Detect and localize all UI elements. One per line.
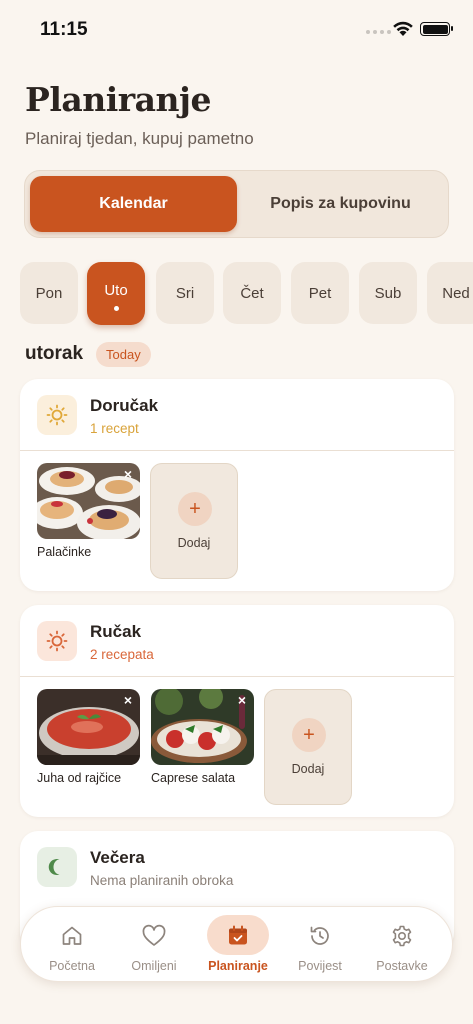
- recipe-image: ×: [37, 463, 140, 539]
- recipe-row: × Palačinke + Dodaj: [20, 451, 454, 591]
- day-chip-sat[interactable]: Sub: [359, 262, 417, 324]
- meal-count: Nema planiranih obroka: [90, 873, 234, 888]
- meal-card-lunch: Ručak 2 recepata × Juha od rajčice × Cap…: [20, 605, 454, 817]
- tab-shopping-list[interactable]: Popis za kupovinu: [237, 176, 444, 232]
- day-chip-thu[interactable]: Čet: [223, 262, 281, 324]
- add-label: Dodaj: [177, 536, 211, 550]
- calendar-check-icon: [225, 923, 251, 949]
- recipe-name: Caprese salata: [151, 771, 236, 785]
- recipe-card-palacinke[interactable]: × Palačinke: [37, 463, 140, 559]
- add-recipe-button[interactable]: + Dodaj: [150, 463, 238, 579]
- remove-recipe-icon[interactable]: ×: [121, 693, 135, 707]
- meal-title: Ručak: [90, 622, 142, 641]
- day-label: Sri: [175, 284, 195, 302]
- day-chip-tue[interactable]: Uto: [87, 262, 145, 325]
- moon-icon: [37, 847, 77, 887]
- gear-icon: [389, 923, 415, 949]
- meal-header[interactable]: Ručak 2 recepata: [20, 605, 454, 677]
- day-label: Uto: [104, 282, 128, 299]
- recipe-name: Juha od rajčice: [37, 771, 122, 785]
- recipe-image: ×: [37, 689, 140, 765]
- day-label: Ned: [442, 284, 470, 302]
- status-time: 11:15: [40, 19, 88, 40]
- meal-header[interactable]: Večera Nema planiranih obroka: [20, 831, 454, 903]
- signal-icon: [366, 30, 391, 34]
- nav-item-settings[interactable]: Postavke: [361, 907, 443, 983]
- nav-label: Omiljeni: [131, 959, 177, 973]
- day-chip-sun[interactable]: Ned: [427, 262, 473, 324]
- day-selector: Pon Uto Sri Čet Pet Sub Ned: [20, 262, 473, 325]
- day-chip-mon[interactable]: Pon: [20, 262, 78, 324]
- nav-item-history[interactable]: Povijest: [279, 907, 361, 983]
- meal-title: Večera: [90, 848, 145, 867]
- meal-count: 2 recepata: [90, 647, 154, 662]
- selected-day-name: utorak: [25, 343, 84, 364]
- nav-item-favorites[interactable]: Omiljeni: [113, 907, 195, 983]
- tab-kalendar[interactable]: Kalendar: [30, 176, 237, 232]
- nav-label: Planiranje: [208, 959, 268, 973]
- page-title: Planiranje: [25, 80, 211, 119]
- home-icon: [59, 923, 85, 949]
- recipe-card-juha[interactable]: × Juha od rajčice: [37, 689, 140, 785]
- view-switcher: Kalendar Popis za kupovinu: [24, 170, 449, 238]
- wifi-icon: [393, 21, 413, 36]
- nav-label: Postavke: [376, 959, 428, 973]
- selected-dot: [113, 306, 119, 311]
- remove-recipe-icon[interactable]: ×: [121, 467, 135, 481]
- nav-label: Početna: [49, 959, 95, 973]
- add-label: Dodaj: [291, 762, 325, 776]
- sun-icon: [37, 395, 77, 435]
- nav-item-planning[interactable]: Planiranje: [197, 907, 279, 983]
- plus-icon: +: [178, 492, 212, 526]
- battery-icon: [420, 22, 453, 36]
- remove-recipe-icon[interactable]: ×: [235, 693, 249, 707]
- day-label: Čet: [240, 284, 264, 302]
- plus-icon: +: [292, 718, 326, 752]
- day-label: Pon: [35, 284, 63, 302]
- meal-title: Doručak: [90, 396, 159, 415]
- sun-icon: [37, 621, 77, 661]
- recipe-card-caprese[interactable]: × Caprese salata: [151, 689, 254, 785]
- recipe-name: Palačinke: [37, 545, 92, 559]
- nav-label: Povijest: [298, 959, 342, 973]
- recipe-row: × Juha od rajčice × Caprese salata + Dod…: [20, 677, 454, 817]
- meal-header[interactable]: Doručak 1 recept: [20, 379, 454, 451]
- page-subtitle: Planiraj tjedan, kupuj pametno: [25, 129, 254, 148]
- heart-icon: [141, 923, 167, 949]
- meal-count: 1 recept: [90, 421, 139, 436]
- history-icon: [307, 923, 333, 949]
- bottom-nav: Početna Omiljeni Planiranje Povijest Pos…: [20, 906, 453, 982]
- add-recipe-button[interactable]: + Dodaj: [264, 689, 352, 805]
- day-label: Pet: [308, 284, 332, 302]
- day-label: Sub: [374, 284, 402, 302]
- today-badge: Today: [96, 342, 151, 367]
- status-bar: 11:15: [0, 0, 473, 60]
- nav-item-home[interactable]: Početna: [31, 907, 113, 983]
- day-chip-fri[interactable]: Pet: [291, 262, 349, 324]
- meal-card-breakfast: Doručak 1 recept × Palačinke + Dodaj: [20, 379, 454, 591]
- day-chip-wed[interactable]: Sri: [156, 262, 214, 324]
- recipe-image: ×: [151, 689, 254, 765]
